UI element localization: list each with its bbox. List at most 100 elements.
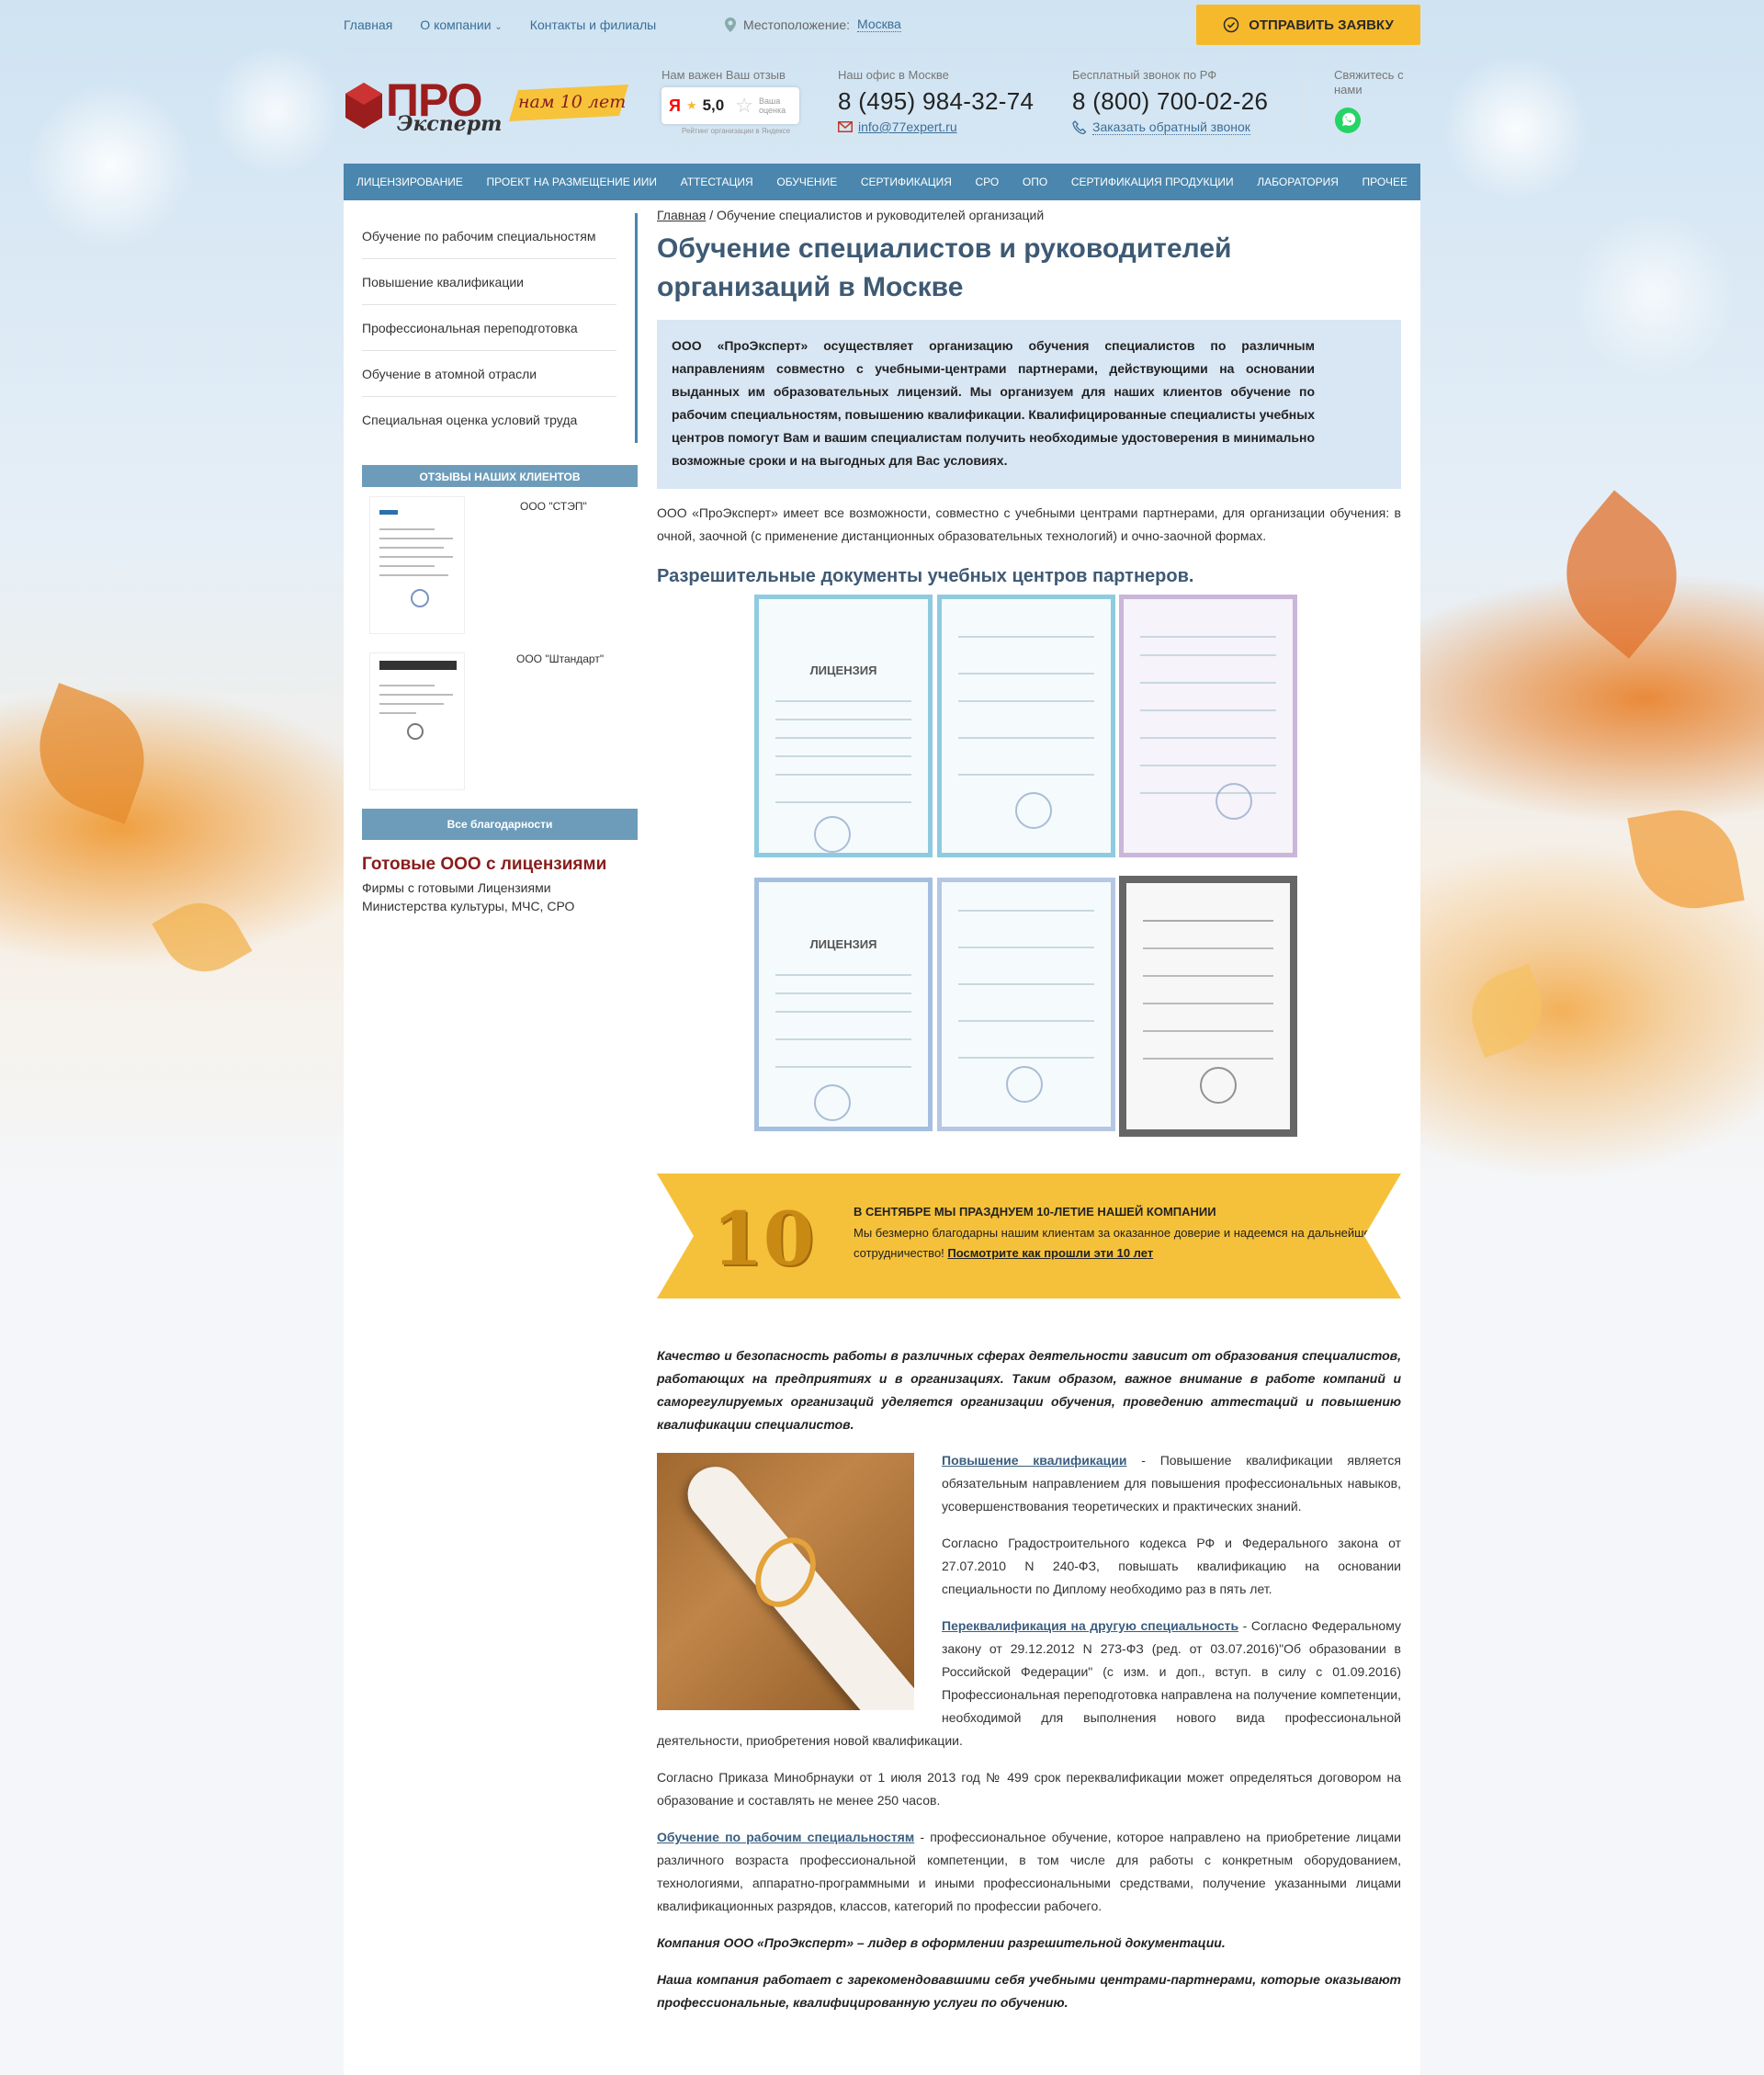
free-call-block: Бесплатный звонок по РФ 8 (800) 700-02-2… <box>1072 68 1268 135</box>
documents-title: Разрешительные документы учебных центров… <box>657 566 1194 586</box>
top-link-home[interactable]: Главная <box>344 17 392 32</box>
license-image[interactable]: ЛИЦЕНЗИЯ <box>754 595 933 857</box>
rating-label: Нам важен Ваш отзыв <box>662 68 786 82</box>
location-label: Местоположение: <box>743 17 851 32</box>
office-label: Наш офис в Москве <box>838 68 949 82</box>
leaf-decoration <box>1537 490 1706 659</box>
ready-companies-text: Фирмы с готовыми Лицензиями Министерства… <box>362 880 575 913</box>
location-pin-icon <box>725 17 736 32</box>
anniversary-banner: 10 В СЕНТЯБРЕ МЫ ПРАЗДНУЕМ 10-ЛЕТИЕ НАШЕ… <box>657 1174 1401 1298</box>
workers-paragraph: Обучение по рабочим специальностям - про… <box>657 1826 1401 1918</box>
nav-opo[interactable]: ОПО <box>1023 176 1047 188</box>
anniversary-text: Мы безмерно благодарны нашим клиентам за… <box>854 1223 1401 1264</box>
top-link-about[interactable]: О компании ⌄ <box>420 17 503 32</box>
sidebar-item-qualification[interactable]: Повышение квалификации <box>362 259 616 305</box>
license-image[interactable] <box>937 878 1115 1131</box>
chevron-down-icon: ⌄ <box>494 21 503 32</box>
leaf-decoration <box>21 683 163 824</box>
free-phone[interactable]: 8 (800) 700-02-26 <box>1072 87 1268 116</box>
anniversary-number: 10 <box>712 1196 815 1282</box>
sidebar-menu: Обучение по рабочим специальностям Повыш… <box>362 213 638 443</box>
sidebar-item-sout[interactable]: Специальная оценка условий труда <box>362 397 616 443</box>
license-image[interactable] <box>1119 876 1297 1137</box>
office-contact-block: Наш офис в Москве 8 (495) 984-32-74 info… <box>838 68 1034 134</box>
email-link[interactable]: info@77expert.ru <box>838 119 1034 134</box>
nav-iii-project[interactable]: ПРОЕКТ НА РАЗМЕЩЕНИЕ ИИИ <box>487 176 657 188</box>
office-phone[interactable]: 8 (495) 984-32-74 <box>838 87 1034 116</box>
qualification-link[interactable]: Повышение квалификации <box>942 1453 1126 1468</box>
all-reviews-button[interactable]: Все благодарности <box>362 809 638 840</box>
anniversary-link[interactable]: Посмотрите как прошли эти 10 лет <box>947 1246 1153 1260</box>
location-selector[interactable]: Местоположение: Москва <box>725 17 901 32</box>
sidebar-item-workers[interactable]: Обучение по рабочим специальностям <box>362 213 616 259</box>
diploma-photo <box>657 1453 914 1710</box>
partners-paragraph: Наша компания работает с зарекомендовавш… <box>657 1972 1401 2010</box>
license-image[interactable] <box>1119 595 1297 857</box>
reviews-title: ОТЗЫВЫ НАШИХ КЛИЕНТОВ <box>362 465 638 487</box>
leaf-decoration <box>1459 963 1555 1059</box>
email-text: info@77expert.ru <box>858 119 957 134</box>
license-heading: ЛИЦЕНЗИЯ <box>809 663 877 677</box>
page-title: Обучение специалистов и руководителей ор… <box>657 233 1232 302</box>
location-city[interactable]: Москва <box>857 17 901 32</box>
nav-licensing[interactable]: ЛИЦЕНЗИРОВАНИЕ <box>356 176 463 188</box>
star-outline-icon: ☆ <box>735 94 753 117</box>
contact-label: Свяжитесь с нами <box>1334 68 1404 96</box>
workers-link[interactable]: Обучение по рабочим специальностям <box>657 1830 914 1844</box>
nav-training[interactable]: ОБУЧЕНИЕ <box>776 176 837 188</box>
star-icon: ★ <box>685 98 697 112</box>
review-document-thumbnail[interactable] <box>369 652 465 790</box>
nav-product-certification[interactable]: СЕРТИФИКАЦИЯ ПРОДУКЦИИ <box>1071 176 1234 188</box>
nav-laboratory[interactable]: ЛАБОРАТОРИЯ <box>1257 176 1339 188</box>
nav-sro[interactable]: СРО <box>976 176 1000 188</box>
main-content: Главная / Обучение специалистов и руково… <box>657 208 1401 2014</box>
nav-attestation[interactable]: АТТЕСТАЦИЯ <box>681 176 753 188</box>
nav-certification[interactable]: СЕРТИФИКАЦИЯ <box>861 176 952 188</box>
logo-badge: нам 10 лет <box>518 92 627 112</box>
header: ПРО Эксперт нам 10 лет Нам важен Ваш отз… <box>344 50 1420 164</box>
lead-paragraph: ООО «ПроЭксперт» осуществляет организаци… <box>657 320 1401 489</box>
header-divider <box>1304 74 1305 138</box>
training-article: Повышение квалификации - Повышение квали… <box>657 1449 1401 2014</box>
review-company: ООО "СТЭП" <box>520 500 587 513</box>
license-image[interactable] <box>937 595 1115 857</box>
callback-link[interactable]: Заказать обратный звонок <box>1072 119 1268 135</box>
review-document-thumbnail[interactable] <box>369 496 465 634</box>
order-paragraph: Согласно Приказа Минобрнауки от 1 июля 2… <box>657 1770 1401 1808</box>
free-call-label: Бесплатный звонок по РФ <box>1072 68 1217 82</box>
ready-companies-title[interactable]: Готовые ООО с лицензиями <box>362 855 638 875</box>
top-bar: Главная О компании ⌄ Контакты и филиалы … <box>344 0 1420 50</box>
requalification-link[interactable]: Переквалификация на другую специальность <box>942 1618 1238 1633</box>
phone-icon <box>1072 119 1087 134</box>
top-link-contacts[interactable]: Контакты и филиалы <box>530 17 656 32</box>
intro-paragraph: ООО «ПроЭксперт» имеет все возможности, … <box>657 505 1401 543</box>
company-logo[interactable]: ПРО Эксперт нам 10 лет <box>344 74 628 140</box>
sidebar: Обучение по рабочим специальностям Повыш… <box>362 213 638 915</box>
page-container: Главная О компании ⌄ Контакты и филиалы … <box>344 0 1420 2075</box>
review-item[interactable]: ООО "Штандарт" <box>362 652 638 809</box>
send-request-button[interactable]: ОТПРАВИТЬ ЗАЯВКУ <box>1196 5 1420 45</box>
top-link-about-label: О компании <box>420 17 492 32</box>
whatsapp-icon[interactable] <box>1334 107 1408 138</box>
leader-paragraph: Компания ООО «ПроЭксперт» – лидер в офор… <box>657 1935 1226 1950</box>
content-area: Обучение по рабочим специальностям Повыш… <box>344 200 1420 2075</box>
license-gallery: ЛИЦЕНЗИЯ ЛИЦЕНЗИЯ <box>657 595 1401 1146</box>
check-circle-icon <box>1223 17 1239 33</box>
breadcrumb-home[interactable]: Главная <box>657 208 706 222</box>
quality-paragraph: Качество и безопасность работы в различн… <box>657 1348 1401 1432</box>
rating-caption: Рейтинг организации в Яндексе <box>682 127 791 135</box>
mail-icon <box>838 121 853 132</box>
rating-block: Нам важен Ваш отзыв Я ★ 5,0 ☆ Ваша оценк… <box>662 68 799 135</box>
review-item[interactable]: ООО "СТЭП" <box>362 487 638 652</box>
rating-value: 5,0 <box>702 96 725 114</box>
license-heading: ЛИЦЕНЗИЯ <box>809 937 877 951</box>
messenger-block: Свяжитесь с нами <box>1334 68 1408 138</box>
license-image[interactable]: ЛИЦЕНЗИЯ <box>754 878 933 1131</box>
sidebar-item-retraining[interactable]: Профессиональная переподготовка <box>362 305 616 351</box>
callback-text: Заказать обратный звонок <box>1092 119 1250 135</box>
nav-other[interactable]: ПРОЧЕЕ <box>1363 176 1408 188</box>
sidebar-item-nuclear[interactable]: Обучение в атомной отрасли <box>362 351 616 397</box>
yandex-logo-icon: Я <box>669 96 681 115</box>
yandex-rating-widget[interactable]: Я ★ 5,0 ☆ Ваша оценка <box>662 87 799 124</box>
logo-subtext: Эксперт <box>397 112 503 136</box>
